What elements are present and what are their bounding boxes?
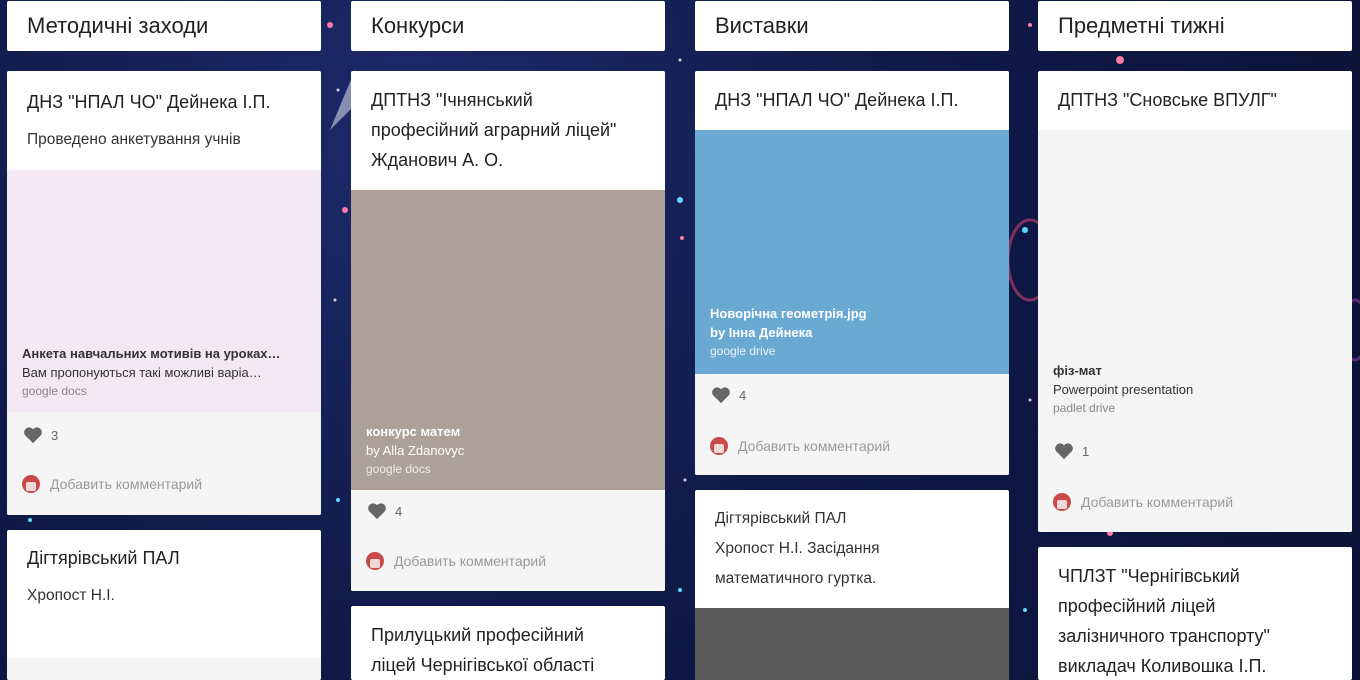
attachment-source: google docs <box>22 384 87 398</box>
column-title: Конкурси <box>351 1 665 51</box>
attachment-name: Новорічна геометрія.jpg <box>710 306 867 321</box>
attachment-subtitle: Powerpoint presentation <box>1053 382 1194 397</box>
post-title: ЧПЛЗТ "Чернігівський професійний ліцей з… <box>1058 566 1270 676</box>
like-button[interactable]: 4 <box>367 502 402 520</box>
attachment-source: padlet drive <box>1053 401 1116 415</box>
like-button[interactable]: 4 <box>711 386 746 404</box>
attachment-preview[interactable]: Анкета навчальних мотивів на уроках… Вам… <box>7 170 321 412</box>
comment-placeholder: Добавить комментарий <box>394 553 547 569</box>
column-title: Виставки <box>695 1 1009 51</box>
column-title: Предметні тижні <box>1038 1 1352 51</box>
add-comment-field[interactable]: Добавить комментарий <box>1053 493 1233 511</box>
like-button[interactable]: 1 <box>1054 442 1089 460</box>
attachment-preview[interactable]: Новорічна геометрія.jpg by Інна Дейнека … <box>695 130 1009 374</box>
post-body: Дігтярівський ПАЛ Хропост Н.І. Засідання… <box>715 510 880 587</box>
post-card[interactable]: ДНЗ "НПАЛ ЧО" Дейнека І.П. Проведено анк… <box>7 71 321 515</box>
post-title: ДПТНЗ "Ічнянський професійний аграрний л… <box>371 90 617 170</box>
comment-placeholder: Добавить комментарий <box>738 438 891 454</box>
post-title: Дігтярівський ПАЛ <box>27 548 180 568</box>
add-comment-field[interactable]: Добавить комментарий <box>710 437 890 455</box>
comment-placeholder: Добавить комментарий <box>1081 494 1234 510</box>
like-count: 3 <box>51 427 59 443</box>
post-card[interactable]: ДПТНЗ "Сновське ВПУЛГ" фіз-мат Powerpoin… <box>1038 71 1352 532</box>
post-card[interactable]: ЧПЛЗТ "Чернігівський професійний ліцей з… <box>1038 547 1352 680</box>
add-comment-field[interactable]: Добавить комментарий <box>22 475 202 493</box>
post-title: Прилуцький професійний ліцей Чернігівськ… <box>371 625 595 675</box>
attachment-name: конкурс матем <box>366 424 461 439</box>
attachment-preview[interactable]: фіз-мат Powerpoint presentation padlet d… <box>1038 130 1352 430</box>
attachment-subtitle: Вам пропонуються такі можливі варіа… <box>22 365 262 380</box>
heart-icon <box>368 503 386 520</box>
attachment-source: google docs <box>366 462 431 476</box>
heart-icon <box>1055 443 1073 460</box>
like-count: 4 <box>739 387 747 403</box>
post-card[interactable]: ДПТНЗ "Ічнянський професійний аграрний л… <box>351 71 665 591</box>
like-count: 1 <box>1082 443 1090 459</box>
attachment-source: google drive <box>710 344 776 358</box>
post-title: ДНЗ "НПАЛ ЧО" Дейнека І.П. <box>715 90 959 110</box>
post-card[interactable]: Дігтярівський ПАЛ Хропост Н.І. <box>7 530 321 680</box>
column-title: Методичні заходи <box>7 1 321 51</box>
post-body: Проведено анкетування учнів <box>27 131 241 148</box>
post-card[interactable]: ДНЗ "НПАЛ ЧО" Дейнека І.П. Новорічна гео… <box>695 71 1009 475</box>
comment-placeholder: Добавить комментарий <box>50 476 203 492</box>
like-count: 4 <box>395 503 403 519</box>
add-comment-field[interactable]: Добавить комментарий <box>366 552 546 570</box>
attachment-name: фіз-мат <box>1053 363 1102 378</box>
like-button[interactable]: 3 <box>23 426 58 444</box>
post-title: ДПТНЗ "Сновське ВПУЛГ" <box>1058 90 1277 110</box>
attachment-subtitle: by Інна Дейнека <box>710 325 813 340</box>
avatar <box>22 475 40 493</box>
attachment-preview[interactable] <box>695 608 1009 680</box>
post-card[interactable]: Прилуцький професійний ліцей Чернігівськ… <box>351 606 665 680</box>
post-body: Хропост Н.І. <box>27 587 115 604</box>
attachment-name: Анкета навчальних мотивів на уроках… <box>22 346 281 361</box>
heart-icon <box>24 427 42 444</box>
post-card[interactable]: Дігтярівський ПАЛ Хропост Н.І. Засідання… <box>695 490 1009 680</box>
avatar <box>710 437 728 455</box>
attachment-preview[interactable]: конкурс матем by Alla Zdanovyc google do… <box>351 190 665 490</box>
avatar <box>1053 493 1071 511</box>
attachment-subtitle: by Alla Zdanovyc <box>366 443 465 458</box>
heart-icon <box>712 387 730 404</box>
avatar <box>366 552 384 570</box>
post-title: ДНЗ "НПАЛ ЧО" Дейнека І.П. <box>27 92 271 112</box>
